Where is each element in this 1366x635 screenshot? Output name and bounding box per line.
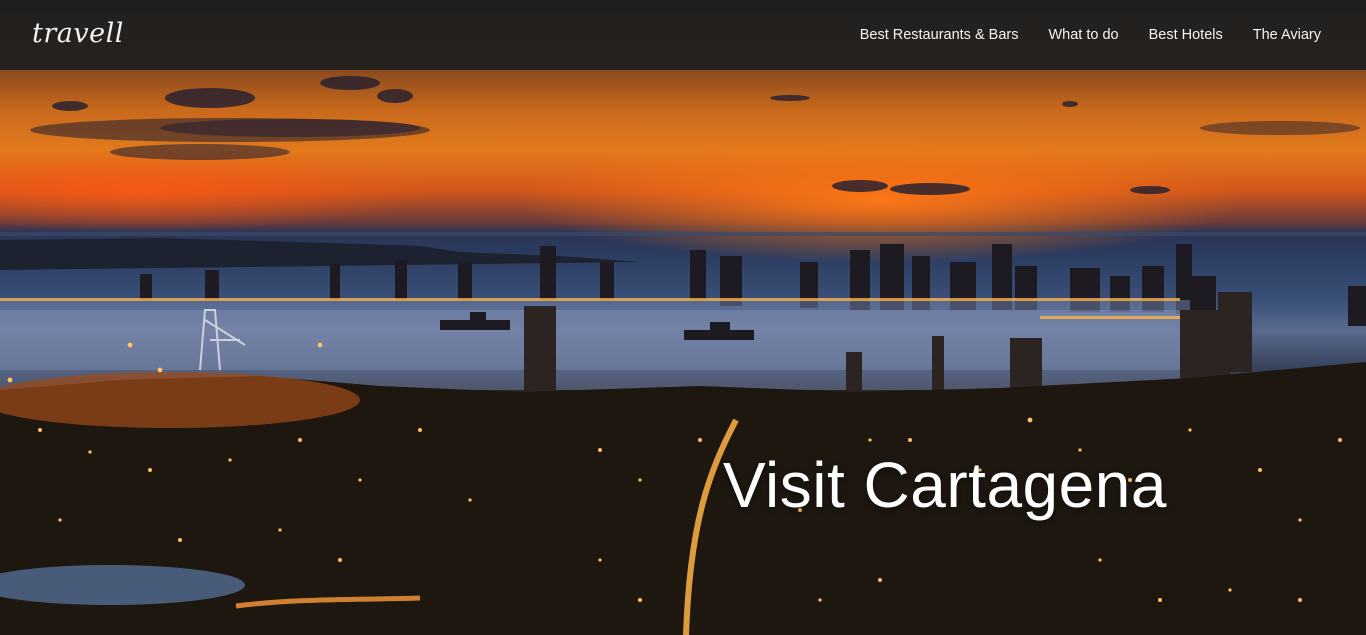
hero-image bbox=[0, 0, 1366, 635]
nav-item-best-hotels[interactable]: Best Hotels bbox=[1149, 27, 1223, 43]
top-navbar: travell Best Restaurants & Bars What to … bbox=[0, 0, 1366, 70]
nav-item-the-aviary[interactable]: The Aviary bbox=[1253, 27, 1321, 43]
page: travell Best Restaurants & Bars What to … bbox=[0, 0, 1366, 635]
hero-illustration bbox=[0, 76, 1366, 635]
nav-item-what-to-do[interactable]: What to do bbox=[1048, 27, 1118, 43]
nav-item-restaurants-bars[interactable]: Best Restaurants & Bars bbox=[860, 27, 1019, 43]
nav-menu: Best Restaurants & Bars What to do Best … bbox=[860, 27, 1321, 43]
brand-logo[interactable]: travell bbox=[32, 18, 124, 49]
hero-title: Visit Cartagena bbox=[723, 449, 1167, 521]
